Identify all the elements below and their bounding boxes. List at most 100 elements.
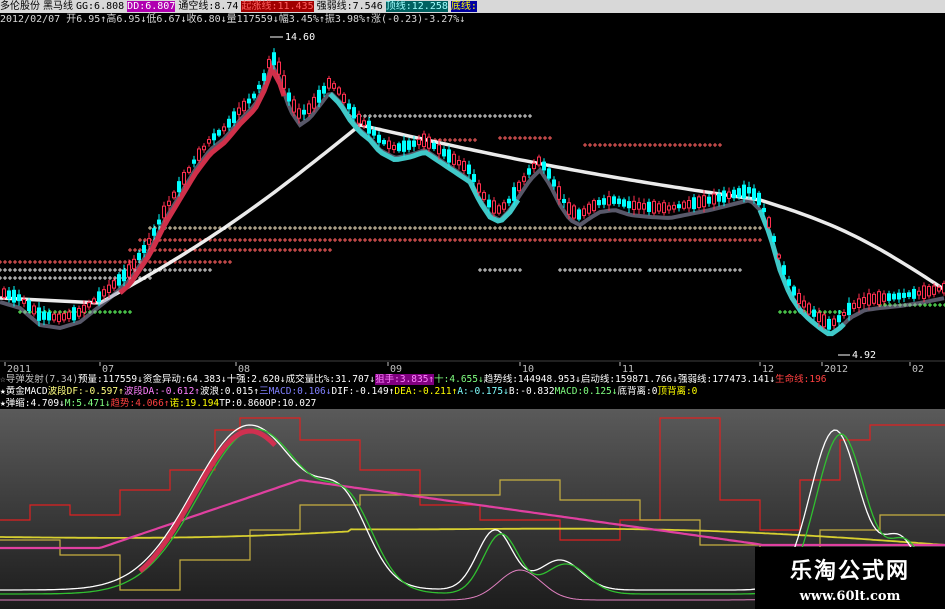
ma-trend-up — [118, 62, 287, 295]
candle-body — [507, 198, 511, 204]
candle-body — [57, 313, 61, 323]
candle-body — [217, 129, 221, 136]
candle-body — [707, 196, 711, 204]
candle-body — [877, 291, 881, 306]
candle-body — [372, 129, 376, 136]
indicator-value: DEA:-0.211↑ — [394, 386, 458, 397]
price-low-label: 4.92 — [852, 350, 876, 361]
candle-body — [532, 162, 536, 170]
candle-body — [627, 201, 631, 209]
candle-body — [187, 167, 191, 173]
candle-body — [342, 93, 346, 103]
candle-body — [262, 73, 266, 81]
candle-body — [162, 205, 166, 219]
candle-body — [387, 140, 391, 150]
indicator-value: OP:10.027 — [264, 398, 317, 409]
indicator-value: MACD:0.125↓ — [554, 386, 618, 397]
candle-body — [87, 302, 91, 308]
indicator-value: TP:0.860 — [219, 398, 265, 409]
indicator-value: 诺:19.194 — [169, 398, 220, 409]
candle-body — [172, 191, 176, 199]
indicator-value: 强弱线:177473.141↓ — [677, 374, 776, 385]
candle-body — [712, 193, 716, 205]
candle-body — [512, 187, 516, 201]
candle-body — [587, 203, 591, 214]
site-watermark: 乐淘公式网 www.60lt.com — [755, 547, 945, 609]
candle-body — [932, 285, 936, 295]
candle-body — [462, 160, 466, 172]
candle-body — [247, 98, 251, 104]
candle-body — [907, 292, 911, 298]
candle-body — [852, 302, 856, 309]
candle-body — [182, 171, 186, 185]
candle-body — [522, 176, 526, 182]
indicator-value: 资金异动:64.383↓ — [142, 374, 227, 385]
candle-body — [412, 140, 416, 147]
candle-body — [127, 264, 131, 278]
candle-body — [667, 205, 671, 211]
candle-body — [292, 99, 296, 113]
candle-body — [357, 113, 361, 124]
candle-body — [662, 202, 666, 214]
candle-body — [777, 254, 781, 259]
candle-body — [837, 315, 841, 323]
candle-body — [402, 140, 406, 152]
candle-body — [812, 309, 816, 317]
indicator-value: M:5.471↓ — [64, 398, 111, 409]
candle-body — [22, 299, 26, 304]
candle-body — [917, 290, 921, 296]
candle-body — [857, 298, 861, 308]
candle-body — [457, 160, 461, 166]
candle-body — [212, 133, 216, 141]
candle-body — [692, 197, 696, 210]
candle-body — [657, 203, 661, 212]
candle-body — [47, 312, 51, 321]
candle-body — [807, 303, 811, 315]
candle-body — [762, 207, 766, 213]
candle-body — [732, 189, 736, 199]
candle-body — [592, 200, 596, 212]
candle-body — [582, 208, 586, 217]
candle-body — [282, 75, 286, 89]
candle-body — [672, 204, 676, 210]
candle-body — [822, 314, 826, 328]
candle-body — [727, 191, 731, 199]
candle-body — [842, 311, 846, 317]
candle-body — [537, 156, 541, 166]
candle-body — [517, 181, 521, 192]
indicator-line-macd: ★黄金MACD波段DF:-0.597↑波段DA:-0.612↑波浪:0.015↑… — [0, 386, 945, 397]
candle-body — [677, 204, 681, 209]
candle-body — [352, 107, 356, 119]
kline-chart[interactable]: 2011 07 08 09 10 11 12 2012 0214.604.92 — [0, 0, 945, 609]
candle-body — [367, 120, 371, 134]
candle-body — [802, 300, 806, 308]
candle-body — [252, 93, 256, 99]
candle-body — [827, 318, 831, 330]
candle-body — [752, 188, 756, 200]
candle-body — [562, 198, 566, 204]
candle-body — [882, 293, 886, 302]
candle-body — [892, 293, 896, 300]
candle-body — [887, 293, 891, 301]
indicator-value: 十:4.655↓ — [434, 374, 484, 385]
candle-body — [77, 307, 81, 317]
indicator-line-tan: ★弹缩:4.709↓M:5.471↓趋势:4.066↑诺:19.194TP:0.… — [0, 398, 945, 409]
indicator-value: 启动线:159871.766↓ — [580, 374, 678, 385]
indicator-value: 十强:2.620↓ — [226, 374, 286, 385]
candle-body — [332, 83, 336, 89]
candle-body — [147, 238, 151, 245]
indicator-value: 波段DF:-0.597↑ — [47, 386, 124, 397]
candle-body — [167, 200, 171, 206]
candle-body — [37, 307, 41, 321]
candle-body — [427, 136, 431, 149]
candle-body — [687, 199, 691, 209]
candle-body — [547, 168, 551, 179]
candle-body — [452, 153, 456, 165]
candle-body — [92, 298, 96, 304]
candle-body — [317, 89, 321, 103]
candle-body — [392, 144, 396, 150]
candle-body — [607, 196, 611, 206]
candle-body — [682, 201, 686, 209]
candle-body — [742, 184, 746, 199]
watermark-title: 乐淘公式网 — [789, 559, 910, 584]
